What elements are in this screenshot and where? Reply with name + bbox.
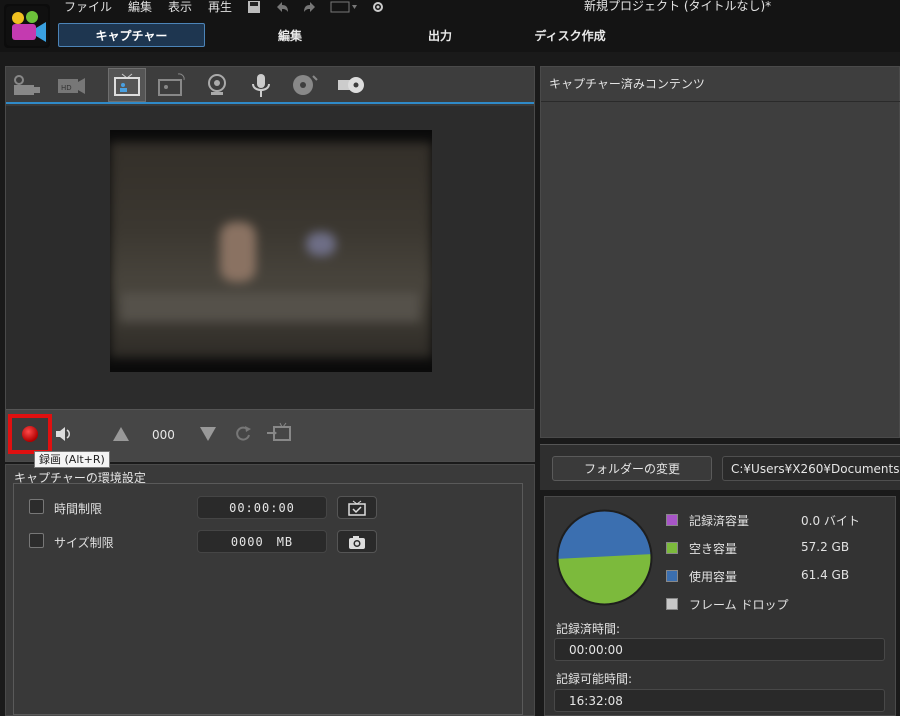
app-logo	[4, 4, 50, 48]
menu-file[interactable]: ファイル	[56, 1, 120, 13]
digital-tv-icon[interactable]	[152, 68, 190, 102]
folder-row: フォルダーの変更 C:¥Users¥X260¥Documents¥	[540, 444, 900, 490]
snapshot-button[interactable]	[337, 530, 377, 553]
redo-icon[interactable]	[302, 1, 318, 13]
time-limit-tv-button[interactable]	[337, 496, 377, 519]
recorded-time-label: 記録済時間:	[556, 622, 621, 636]
used-space-label: 使用容量	[689, 570, 738, 584]
channel-up-icon[interactable]	[112, 426, 130, 442]
camera-icon	[349, 535, 365, 549]
dvd-import-icon[interactable]	[332, 68, 370, 102]
device-tabs: HD	[6, 67, 534, 104]
tab-edit[interactable]: 編集	[205, 23, 375, 47]
menu-view[interactable]: 表示	[160, 1, 200, 13]
disk-usage-panel: 記録済容量 0.0 バイト 空き容量 57.2 GB 使用容量 61.4 GB …	[544, 496, 896, 716]
size-limit-label: サイズ制限	[54, 536, 114, 550]
aspect-ratio-icon[interactable]	[330, 1, 358, 13]
recorded-size-swatch	[666, 514, 678, 526]
menu-play[interactable]: 再生	[200, 1, 240, 13]
gear-icon[interactable]	[370, 1, 386, 13]
device-settings-icon[interactable]	[266, 422, 292, 442]
available-time-label: 記録可能時間:	[556, 672, 633, 686]
folder-path-field[interactable]: C:¥Users¥X260¥Documents¥	[722, 456, 900, 481]
captured-content-title: キャプチャー済みコンテンツ	[549, 77, 705, 91]
recorded-size-label: 記録済容量	[689, 514, 750, 528]
undo-icon[interactable]	[274, 1, 290, 13]
tv-schedule-icon	[348, 500, 366, 516]
size-limit-checkbox[interactable]	[29, 533, 44, 548]
capture-settings-panel: キャプチャーの環境設定 時間制限 00:00:00 サイズ制限 0000 MB	[5, 464, 535, 716]
disk-usage-pie-chart	[556, 509, 653, 606]
used-space-value: 61.4 GB	[801, 568, 850, 582]
save-icon[interactable]	[246, 1, 262, 13]
volume-icon[interactable]	[55, 426, 73, 442]
captured-content-panel: キャプチャー済みコンテンツ	[540, 66, 900, 438]
capture-panel: HD 000	[5, 66, 535, 462]
tv-icon[interactable]	[108, 68, 146, 102]
free-space-swatch	[666, 542, 678, 554]
channel-down-icon[interactable]	[199, 426, 217, 442]
change-folder-button[interactable]: フォルダーの変更	[552, 456, 712, 481]
record-button[interactable]	[8, 414, 52, 454]
recorded-size-value: 0.0 バイト	[801, 514, 860, 528]
video-preview	[110, 130, 432, 372]
video-image	[110, 142, 432, 358]
preview-area	[6, 106, 534, 409]
time-limit-field[interactable]: 00:00:00	[197, 496, 327, 519]
tab-output[interactable]: 出力	[375, 23, 505, 47]
time-limit-checkbox[interactable]	[29, 499, 44, 514]
menu-bar: ファイル 編集 表示 再生	[56, 0, 392, 14]
cd-icon[interactable]	[286, 68, 324, 102]
mode-tabs: キャプチャー 編集 出力 ディスク作成	[58, 23, 635, 47]
record-tooltip: 録画 (Alt+R)	[34, 451, 110, 468]
time-limit-label: 時間制限	[54, 502, 103, 516]
available-time-field: 16:32:08	[554, 689, 885, 712]
film-camera-logo-icon	[6, 6, 48, 46]
divider	[541, 101, 900, 102]
record-icon	[22, 426, 38, 442]
hdv-camera-icon[interactable]: HD	[52, 68, 90, 102]
menu-edit[interactable]: 編集	[120, 1, 160, 13]
size-limit-field[interactable]: 0000 MB	[197, 530, 327, 553]
microphone-icon[interactable]	[242, 68, 280, 102]
free-space-label: 空き容量	[689, 542, 738, 556]
svg-text:HD: HD	[61, 84, 72, 92]
webcam-icon[interactable]	[198, 68, 236, 102]
refresh-icon[interactable]	[234, 424, 252, 442]
tab-disc-create[interactable]: ディスク作成	[505, 23, 635, 47]
frame-drop-label: フレーム ドロップ	[689, 598, 789, 612]
dv-camera-icon[interactable]	[8, 68, 46, 102]
free-space-value: 57.2 GB	[801, 540, 850, 554]
settings-box: 時間制限 00:00:00 サイズ制限 0000 MB	[13, 483, 523, 715]
recorded-time-field: 00:00:00	[554, 638, 885, 661]
frame-drop-swatch	[666, 598, 678, 610]
window-title: 新規プロジェクト (タイトルなし)*	[584, 0, 772, 13]
tab-capture[interactable]: キャプチャー	[58, 23, 205, 47]
title-bar: ファイル 編集 表示 再生 新規プロジェクト (タイトルなし)* キャプチャー …	[0, 0, 900, 52]
used-space-swatch	[666, 570, 678, 582]
channel-counter: 000	[152, 428, 175, 442]
